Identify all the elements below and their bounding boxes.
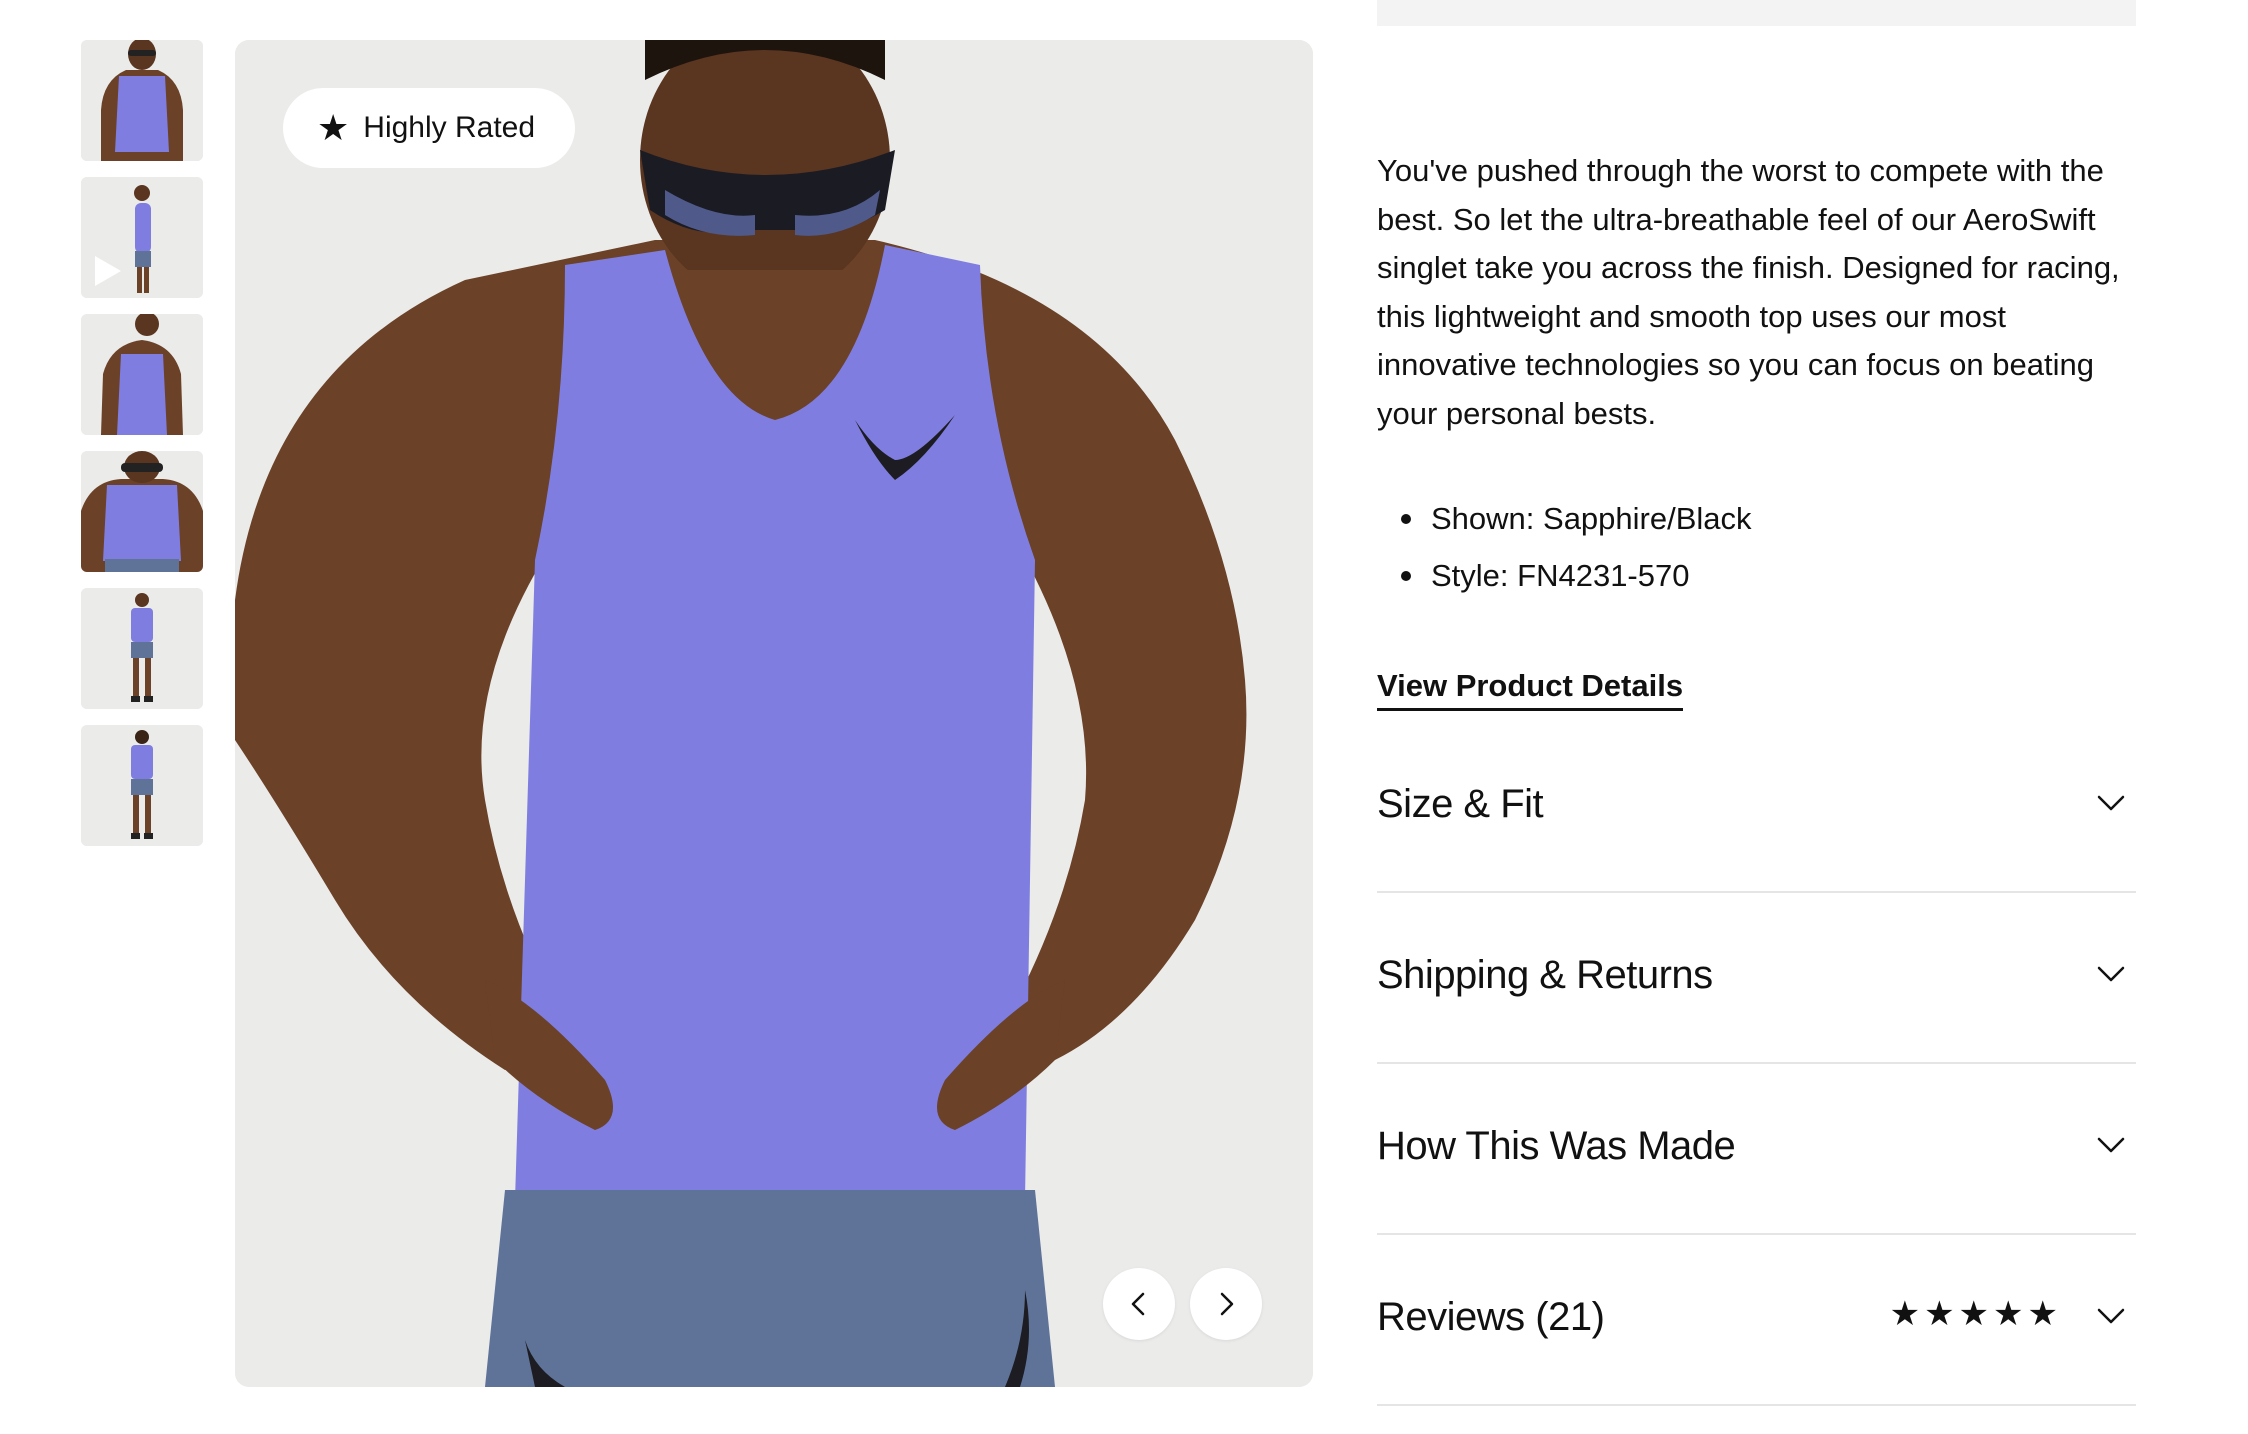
thumbnail-list (81, 40, 203, 862)
chevron-down-icon (2097, 966, 2125, 982)
accordion-shipping-returns[interactable]: Shipping & Returns (1377, 893, 2136, 1064)
accordion-how-this-was-made[interactable]: How This Was Made (1377, 1064, 2136, 1235)
accordion-reviews[interactable]: Reviews (21) ★ ★ ★ ★ ★ (1377, 1235, 2136, 1406)
highly-rated-badge: ★ Highly Rated (283, 88, 576, 168)
star-icon: ★ (1958, 1295, 1990, 1333)
accordion-title: Reviews (21) (1377, 1295, 1605, 1339)
attribute-shown-color: Shown: Sapphire/Black (1377, 490, 1752, 547)
star-icon: ★ (2027, 1295, 2058, 1333)
thumbnail-full-body-back[interactable] (81, 725, 203, 846)
chevron-left-icon (1131, 1292, 1145, 1316)
thumbnail-back-view[interactable] (81, 314, 203, 435)
play-icon (95, 256, 121, 286)
thumbnail-detail-view[interactable] (81, 451, 203, 572)
accordion-size-fit[interactable]: Size & Fit (1377, 722, 2136, 893)
thumbnail-front-view[interactable] (81, 40, 203, 161)
thumbnail-full-body-front[interactable] (81, 588, 203, 709)
previous-image-button[interactable] (1103, 1268, 1175, 1340)
star-icon: ★ (1924, 1295, 1955, 1333)
accordion-title: Size & Fit (1377, 782, 1544, 826)
accordion-title: Shipping & Returns (1377, 953, 1713, 997)
product-description: You've pushed through the worst to compe… (1377, 153, 2120, 431)
thumbnail-side-view-video[interactable] (81, 177, 203, 298)
rating-stars: ★ ★ ★ ★ ★ (1890, 1297, 2058, 1331)
view-product-details-link[interactable]: View Product Details (1377, 668, 1684, 711)
chevron-down-icon (2097, 1308, 2125, 1324)
product-main-image: ★ Highly Rated (235, 40, 1313, 1387)
chevron-right-icon (1220, 1292, 1234, 1316)
top-panel-edge (1377, 0, 2136, 26)
chevron-down-icon (2097, 795, 2125, 811)
star-icon: ★ (1993, 1295, 2024, 1333)
star-icon: ★ (317, 107, 350, 148)
accordion-title: How This Was Made (1377, 1124, 1736, 1168)
product-attributes: Shown: Sapphire/Black Style: FN4231-570 (1377, 490, 1752, 604)
attribute-style-code: Style: FN4231-570 (1377, 547, 1752, 604)
product-photo (235, 40, 1313, 1387)
badge-label: Highly Rated (363, 111, 536, 144)
chevron-down-icon (2097, 1137, 2125, 1153)
star-icon: ★ (1889, 1295, 1921, 1333)
next-image-button[interactable] (1190, 1268, 1262, 1340)
